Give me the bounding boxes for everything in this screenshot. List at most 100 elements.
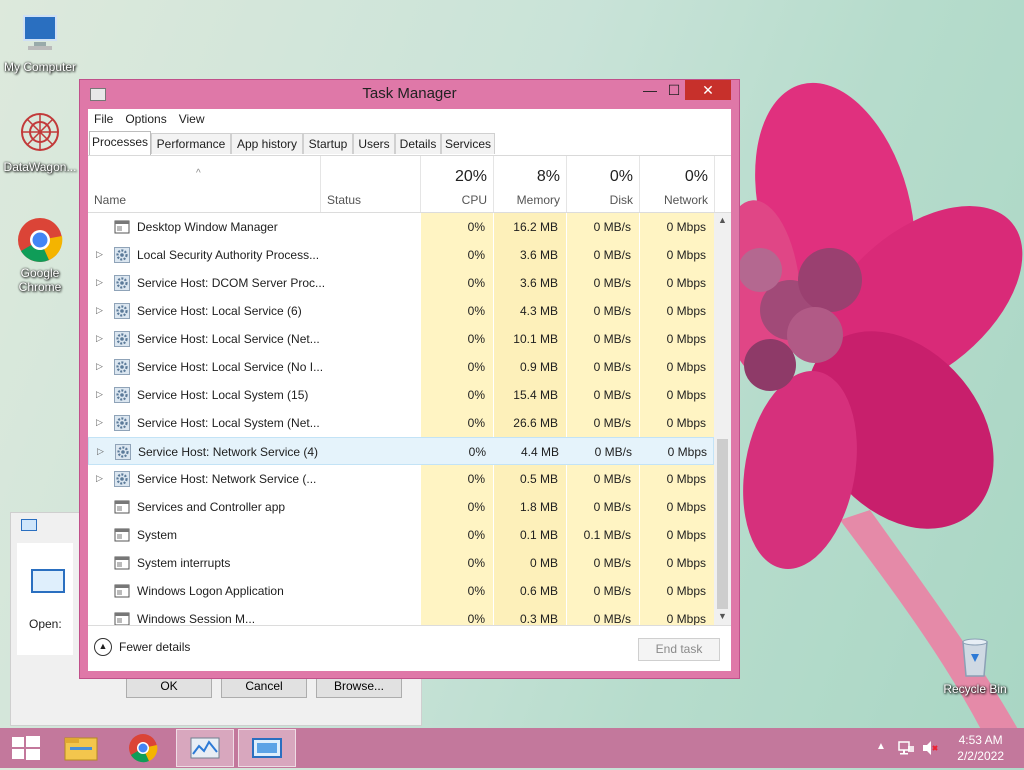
table-row[interactable]: System 0% 0.1 MB 0.1 MB/s 0 Mbps: [88, 521, 714, 549]
menu-options[interactable]: Options: [119, 109, 172, 129]
table-row[interactable]: ▷ Service Host: Network Service (4) 0% 4.4 …: [88, 437, 714, 465]
column-name[interactable]: ^ Name: [88, 156, 321, 212]
column-cpu[interactable]: 20% CPU: [421, 156, 494, 212]
network-value: 0 Mbps: [666, 416, 706, 430]
taskbar-run-dialog[interactable]: [238, 729, 296, 767]
expand-chevron-icon[interactable]: ▷: [96, 305, 103, 316]
taskbar-chrome[interactable]: [114, 729, 172, 767]
expand-chevron-icon[interactable]: ▷: [96, 361, 103, 372]
tab-bar: Processes Performance App history Startu…: [88, 131, 731, 156]
desktop-icon-google-chrome[interactable]: Google Chrome: [0, 216, 80, 294]
gear-icon: [114, 415, 130, 431]
tab-details[interactable]: Details: [395, 133, 441, 154]
process-name: Service Host: Network Service (...: [137, 472, 317, 486]
window-icon: [114, 219, 130, 235]
network-value: 0 Mbps: [666, 276, 706, 290]
cpu-value: 0%: [467, 332, 485, 346]
network-icon[interactable]: [897, 739, 915, 757]
desktop-icon-recycle-bin[interactable]: Recycle Bin: [935, 632, 1015, 696]
menu-view[interactable]: View: [173, 109, 211, 129]
expand-chevron-icon[interactable]: ▷: [96, 389, 103, 400]
table-row[interactable]: Desktop Window Manager 0% 16.2 MB 0 MB/s 0 M…: [88, 213, 714, 241]
scrollbar-thumb[interactable]: [717, 439, 728, 609]
scroll-up-icon[interactable]: ▲: [718, 215, 727, 225]
expand-chevron-icon[interactable]: ▷: [96, 277, 103, 288]
memory-value: 26.6 MB: [513, 416, 558, 430]
column-memory[interactable]: 8% Memory: [494, 156, 567, 212]
tab-app-history[interactable]: App history: [231, 133, 303, 154]
process-name: Service Host: Local Service (No I...: [137, 360, 324, 374]
table-row[interactable]: Windows Logon Application 0% 0.6 MB 0 MB/s 0…: [88, 577, 714, 605]
start-button[interactable]: [0, 729, 58, 767]
tab-services[interactable]: Services: [441, 133, 495, 154]
network-value: 0 Mbps: [666, 304, 706, 318]
tab-processes[interactable]: Processes: [89, 131, 151, 155]
system-clock[interactable]: 4:53 AM 2/2/2022: [957, 732, 1004, 764]
close-button[interactable]: ✕: [685, 80, 731, 100]
disk-value: 0 MB/s: [593, 248, 631, 262]
network-value: 0 Mbps: [666, 584, 706, 598]
tab-startup[interactable]: Startup: [303, 133, 353, 154]
vertical-scrollbar[interactable]: ▲ ▼: [714, 213, 731, 625]
process-name: System interrupts: [137, 556, 231, 570]
clock-time: 4:53 AM: [958, 733, 1003, 747]
desktop-icon-datawagon[interactable]: DataWagon...: [0, 110, 80, 174]
footer-bar: ▲ Fewer details End task: [88, 625, 731, 671]
tab-users[interactable]: Users: [353, 133, 395, 154]
table-row[interactable]: Services and Controller app 0% 1.8 MB 0 MB/…: [88, 493, 714, 521]
disk-value: 0 MB/s: [593, 360, 631, 374]
expand-chevron-icon[interactable]: ▷: [96, 473, 103, 484]
table-row[interactable]: ▷ Local Security Authority Process... 0% 3.…: [88, 241, 714, 269]
scroll-down-icon[interactable]: ▼: [718, 611, 727, 621]
disk-value: 0 MB/s: [593, 472, 631, 486]
taskbar-task-manager[interactable]: [176, 729, 234, 767]
disk-value: 0 MB/s: [593, 416, 631, 430]
desktop-icon-my-computer[interactable]: My Computer: [0, 10, 80, 74]
expand-chevron-icon[interactable]: ▷: [96, 333, 103, 344]
network-value: 0 Mbps: [666, 528, 706, 542]
cpu-value: 0%: [467, 500, 485, 514]
process-name: Service Host: Local Service (Net...: [137, 332, 320, 346]
window-icon: [114, 583, 130, 599]
cpu-value: 0%: [467, 388, 485, 402]
column-status[interactable]: Status: [321, 156, 421, 212]
show-hidden-icons[interactable]: ▲: [876, 741, 886, 752]
table-row[interactable]: ▷ Service Host: Local Service (6) 0% 4.3 MB…: [88, 297, 714, 325]
end-task-button[interactable]: End task: [638, 638, 720, 661]
gear-icon: [114, 275, 130, 291]
disk-value: 0 MB/s: [593, 276, 631, 290]
menu-file[interactable]: File: [88, 109, 119, 129]
sort-arrow-icon: ^: [196, 168, 201, 179]
table-row[interactable]: System interrupts 0% 0 MB 0 MB/s 0 Mbps: [88, 549, 714, 577]
datawagon-icon: [16, 110, 64, 158]
maximize-button[interactable]: ☐: [660, 80, 688, 100]
cpu-value: 0%: [467, 276, 485, 290]
cpu-value: 0%: [467, 248, 485, 262]
chrome-icon: [129, 734, 158, 763]
table-row[interactable]: ▷ Service Host: DCOM Server Proc... 0% 3.6 …: [88, 269, 714, 297]
disk-value: 0 MB/s: [593, 612, 631, 625]
expand-chevron-icon[interactable]: ▷: [96, 249, 103, 260]
expand-chevron-icon[interactable]: ▷: [97, 446, 104, 457]
gear-icon: [114, 387, 130, 403]
window-icon: [114, 499, 130, 515]
column-network[interactable]: 0% Network: [640, 156, 715, 212]
gear-icon: [115, 444, 131, 460]
expand-chevron-icon[interactable]: ▷: [96, 417, 103, 428]
table-row[interactable]: ▷ Service Host: Local Service (Net... 0% 10…: [88, 325, 714, 353]
network-value: 0 Mbps: [666, 220, 706, 234]
volume-muted-icon[interactable]: [921, 739, 939, 757]
tab-performance[interactable]: Performance: [151, 133, 231, 154]
memory-value: 3.6 MB: [519, 248, 558, 262]
computer-icon: [16, 10, 64, 58]
column-disk[interactable]: 0% Disk: [567, 156, 640, 212]
table-row[interactable]: ▷ Service Host: Local System (Net... 0% 26.…: [88, 409, 714, 437]
table-row[interactable]: ▷ Service Host: Local Service (No I... 0% 0…: [88, 353, 714, 381]
table-row[interactable]: ▷ Service Host: Local System (15) 0% 15.4 M…: [88, 381, 714, 409]
taskbar-file-explorer[interactable]: [52, 729, 110, 767]
window-icon: [114, 611, 130, 625]
table-row[interactable]: ▷ Service Host: Network Service (... 0% 0.5…: [88, 465, 714, 493]
network-value: 0 Mbps: [666, 472, 706, 486]
table-row[interactable]: Windows Session M... 0% 0.3 MB 0 MB/s 0 Mbps: [88, 605, 714, 625]
network-value: 0 Mbps: [666, 388, 706, 402]
